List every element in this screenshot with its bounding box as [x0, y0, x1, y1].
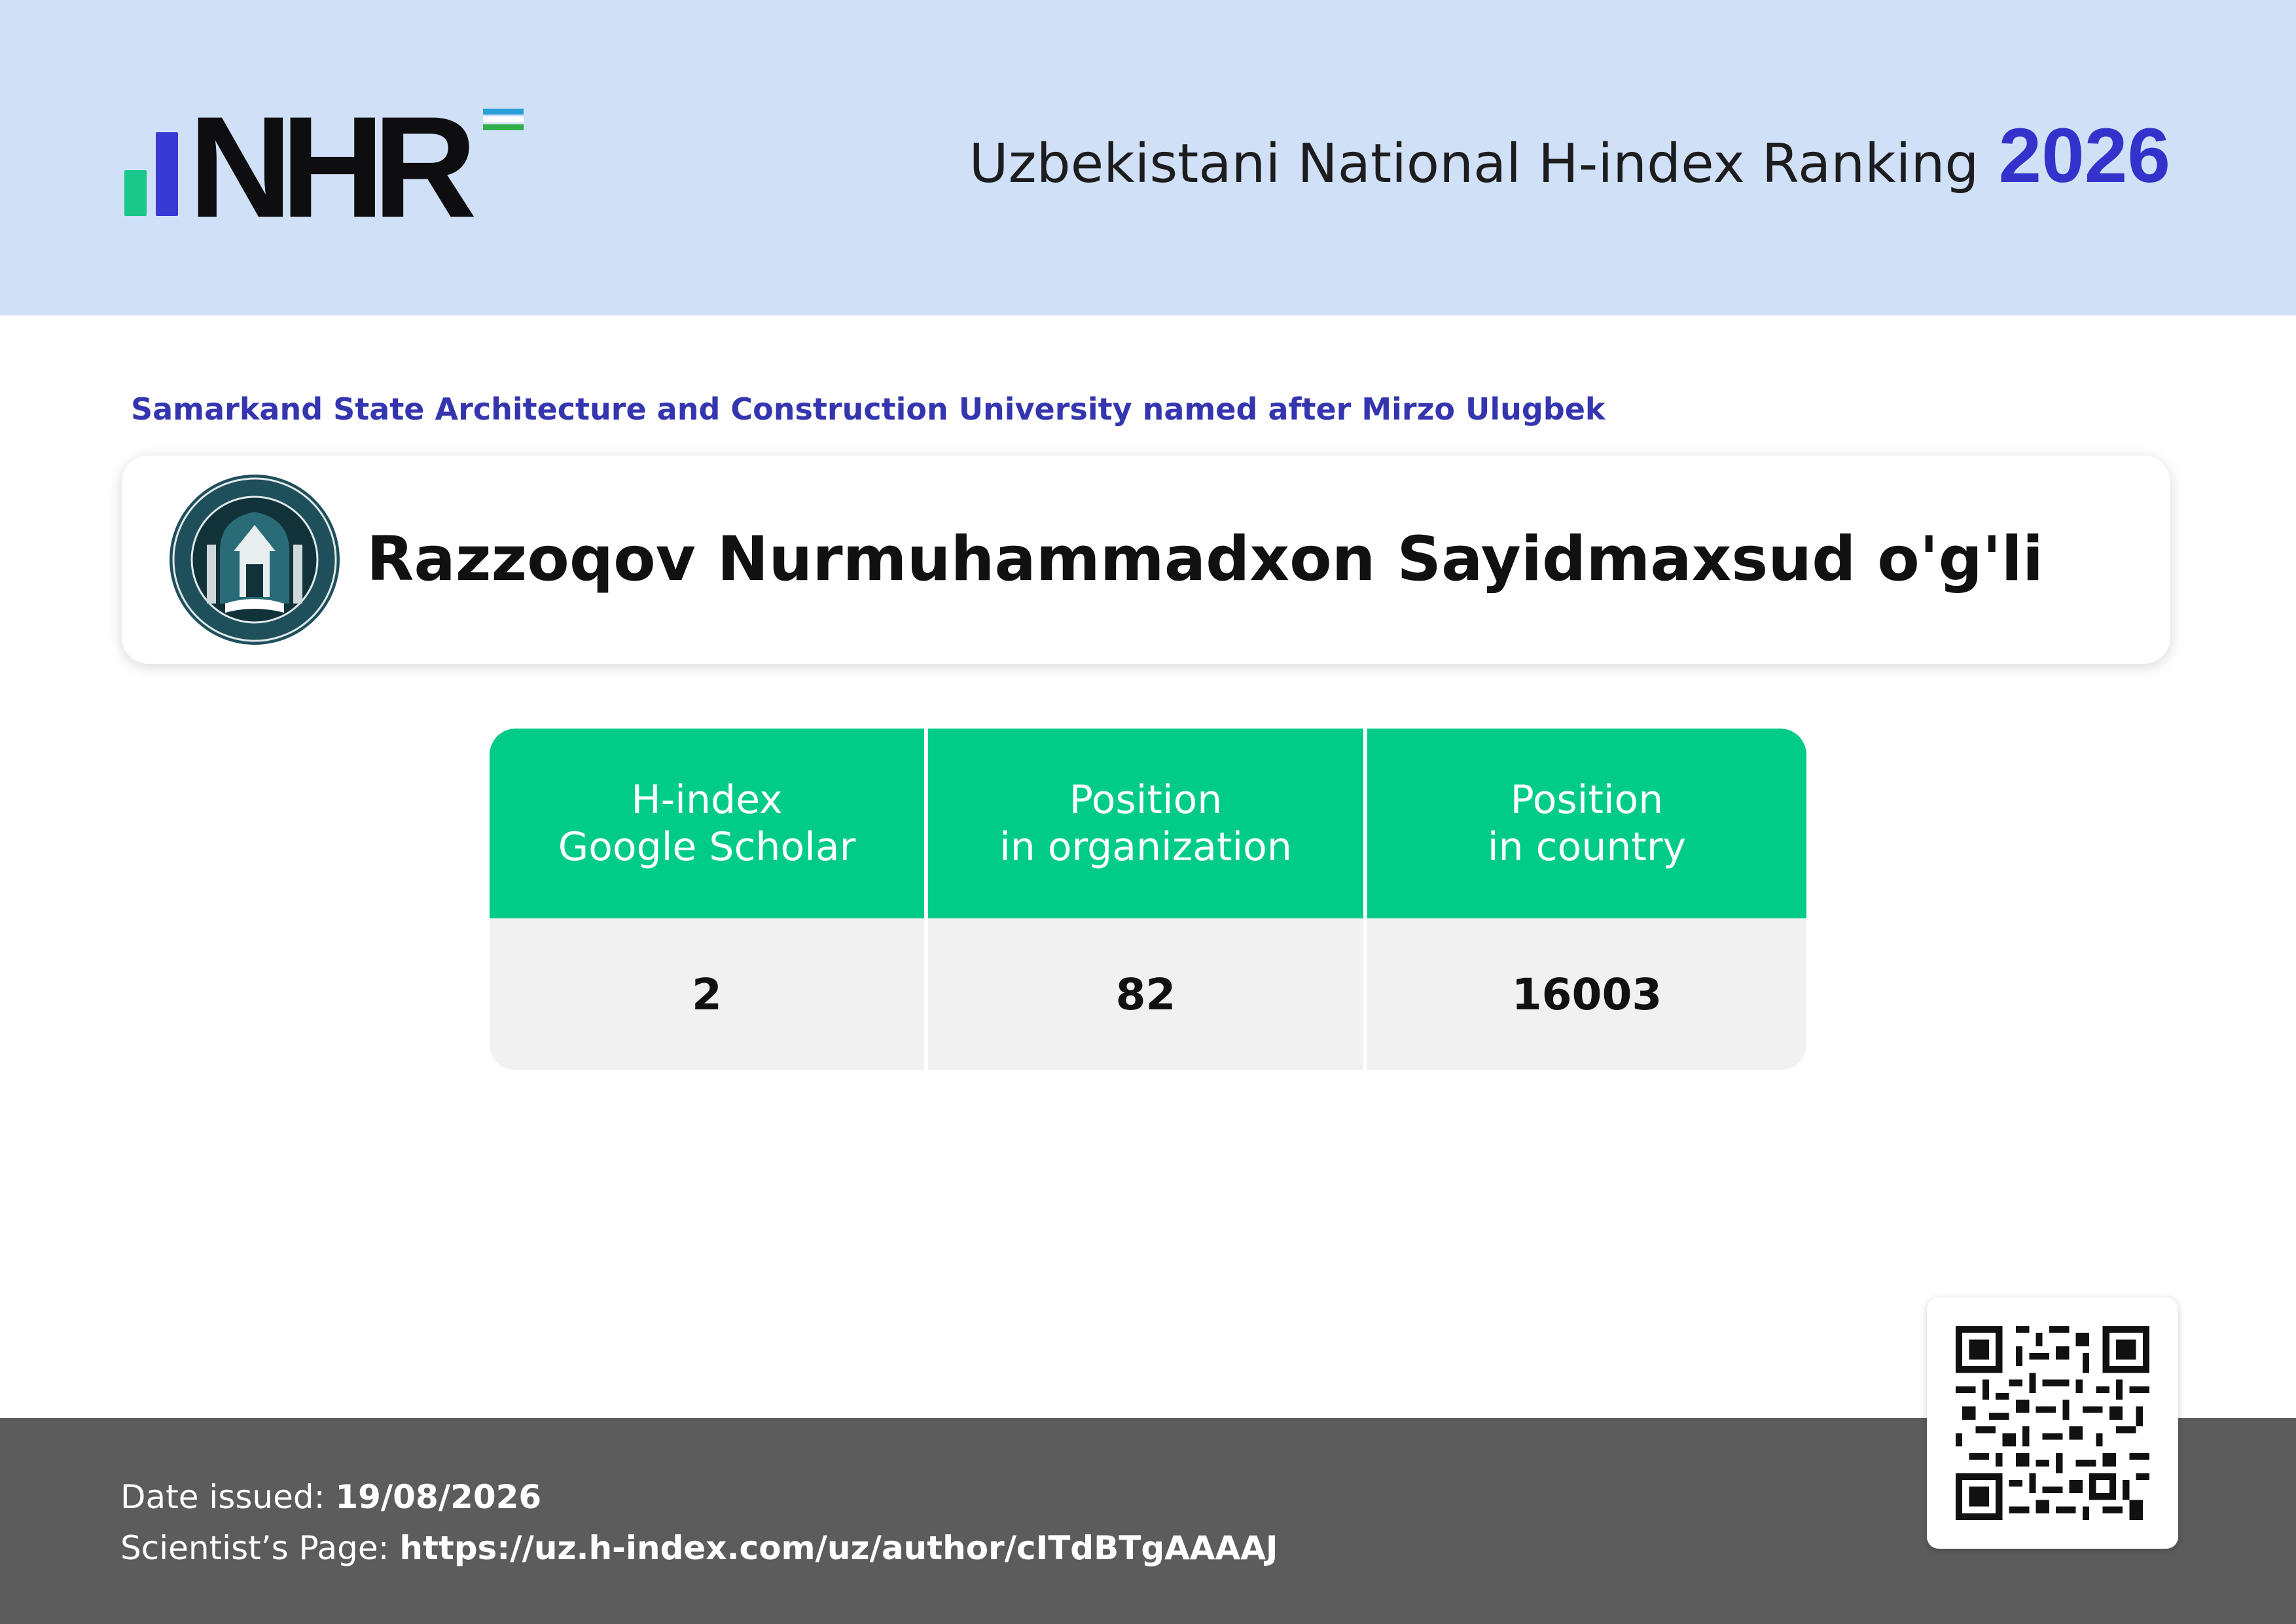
ranking-year: 2026	[1998, 113, 2170, 199]
scientist-page: Scientist’s Page: https://uz.h-index.com…	[120, 1529, 1278, 1567]
header-position-organization-line2: in organization	[999, 824, 1292, 870]
value-position-organization: 82	[928, 918, 1367, 1070]
header-position-organization: Position in organization	[928, 729, 1367, 918]
qr-card	[1927, 1297, 2178, 1549]
header-position-organization-line1: Position	[1069, 777, 1223, 823]
scientist-name: Razzoqov Nurmuhammadxon Sayidmaxsud o'g'…	[367, 524, 2044, 595]
scientist-card: Razzoqov Nurmuhammadxon Sayidmaxsud o'g'…	[122, 456, 2170, 664]
stats-table: H-index Google Scholar Position in organiz…	[490, 729, 1806, 1070]
nhr-logo: NHR	[124, 86, 543, 247]
value-position-country: 16003	[1367, 918, 1806, 1070]
organization-name: Samarkand State Architecture and Constru…	[131, 391, 1605, 427]
scientist-page-label: Scientist’s Page:	[120, 1529, 389, 1567]
value-h-index: 2	[490, 918, 928, 1070]
date-issued-value: 19/08/2026	[335, 1478, 542, 1516]
logo-bar-green	[124, 170, 147, 216]
logo-bar-blue	[156, 132, 178, 216]
ranking-title: Uzbekistani National H-index Ranking	[969, 133, 1979, 195]
header-h-index-line1: H-index	[631, 777, 783, 823]
header-h-index-line2: Google Scholar	[558, 824, 856, 870]
header-position-country: Position in country	[1367, 729, 1806, 918]
header-position-country-line1: Position	[1510, 777, 1664, 823]
university-seal-icon	[170, 475, 340, 645]
date-issued-label: Date issued:	[120, 1478, 325, 1516]
qr-code-icon[interactable]	[1956, 1326, 2149, 1520]
date-issued: Date issued: 19/08/2026	[120, 1478, 541, 1516]
header-banner: NHR Uzbekistani National H-index Ranking…	[0, 0, 2296, 316]
header-position-country-line2: in country	[1487, 824, 1687, 870]
header-title: Uzbekistani National H-index Ranking 202…	[969, 111, 2170, 209]
scientist-page-link[interactable]: https://uz.h-index.com/uz/author/cITdBTg…	[399, 1529, 1278, 1567]
uzbekistan-flag-icon	[483, 109, 524, 132]
logo-text: NHR	[188, 86, 477, 247]
header-h-index: H-index Google Scholar	[490, 729, 928, 918]
